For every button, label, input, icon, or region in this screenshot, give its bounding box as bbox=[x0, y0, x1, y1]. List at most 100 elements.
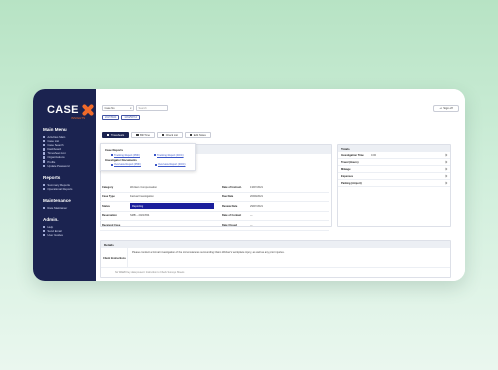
reports-popup: Case Reports Tracking Report (PDF) Track… bbox=[100, 143, 196, 171]
nav-item-icon bbox=[43, 206, 46, 210]
logo-x-icon bbox=[81, 103, 90, 117]
maintenance-title: Maintenance bbox=[43, 197, 71, 203]
sidebar-item-maintenance[interactable]: Rate Maintainer bbox=[43, 206, 90, 210]
detail-value[interactable]: 29/07/2021 bbox=[248, 205, 263, 208]
detail-value[interactable]: — bbox=[248, 224, 253, 227]
case-chips: 2017/6624 1234/56712 bbox=[102, 115, 140, 120]
detail-row: Received Case Date Closed — bbox=[100, 221, 329, 231]
note-icon bbox=[189, 133, 193, 137]
notes-footer: No WAEB Key data present: Instruction to… bbox=[115, 271, 185, 274]
totals-panel: Totals Investigation Time 0.00 Travel (Hou… bbox=[337, 144, 451, 227]
sidebar-item-reports[interactable]: Operational Reports bbox=[43, 187, 90, 191]
main-menu-title: Main Menu bbox=[43, 127, 67, 132]
logo-text: CASE bbox=[47, 104, 79, 116]
investigator-links: Overview Report (PDF) Overview Report (D… bbox=[111, 163, 191, 166]
case-chip[interactable]: 1234/56712 bbox=[121, 115, 140, 120]
document-icon bbox=[154, 154, 156, 156]
search-type-value: Case No bbox=[104, 106, 115, 110]
chevron-right-icon[interactable] bbox=[444, 160, 448, 164]
tab-label: Bill Time bbox=[140, 133, 150, 137]
sidebar-item-label: User Guides bbox=[47, 233, 63, 238]
chevron-right-icon[interactable] bbox=[444, 153, 448, 157]
link-label: Overview Report (DOC) bbox=[157, 163, 186, 166]
totals-row: Parking (Airport) bbox=[338, 180, 450, 187]
sign-off-button[interactable]: ⇥ Sign off bbox=[433, 104, 459, 112]
tab-timesheets[interactable]: Timesheets bbox=[102, 132, 130, 138]
detail-label: Reservation bbox=[102, 214, 117, 218]
client-instructions-text[interactable]: Please conduct a formal investigation of… bbox=[127, 248, 450, 267]
nav-item-icon bbox=[43, 156, 46, 159]
document-icon bbox=[111, 154, 113, 156]
app-window: CASE INSIGHTS Main Menu Activities Main C… bbox=[33, 89, 465, 281]
details-notes-panel: Details Client Instructions Please condu… bbox=[100, 240, 451, 278]
chevron-right-icon[interactable] bbox=[444, 174, 448, 178]
client-instructions-label: Client Instructions bbox=[103, 257, 126, 260]
detail-row: Case Type Factual Investigation Due Date… bbox=[100, 193, 329, 202]
totals-row: Travel (Hours) bbox=[338, 159, 450, 166]
search-type-select[interactable]: Case No ▾ bbox=[102, 105, 134, 111]
investigator-docs-title: Investigator Documents bbox=[105, 157, 137, 162]
tracking-report-pdf-link[interactable]: Tracking Report (PDF) bbox=[111, 154, 140, 157]
reports-title: Reports bbox=[43, 174, 61, 180]
detail-label: Status bbox=[102, 204, 110, 208]
admin-title: Admin. bbox=[43, 217, 59, 223]
case-details-table: Category Workers Compensation Date of In… bbox=[100, 183, 329, 231]
tab-label: Edit Notes bbox=[193, 133, 206, 137]
case-reports-title: Case Reports bbox=[105, 148, 124, 152]
nav-item-icon bbox=[43, 164, 46, 167]
detail-value[interactable]: 13/07/2021 bbox=[248, 186, 263, 189]
detail-label: Review Date bbox=[222, 204, 238, 208]
timesheet-icon bbox=[107, 133, 110, 137]
sidebar: CASE INSIGHTS Main Menu Activities Main C… bbox=[33, 89, 96, 281]
sidebar-item-label: Operational Reports bbox=[47, 186, 73, 191]
sidebar-item-label: Rate Maintainer bbox=[47, 205, 68, 210]
nav-item-icon bbox=[43, 225, 46, 229]
search-input[interactable]: Search bbox=[136, 105, 168, 111]
totals-label: Parking (Airport) bbox=[341, 181, 362, 185]
link-label: Overview Report (PDF) bbox=[114, 163, 141, 166]
tab-label: Check List bbox=[165, 133, 178, 137]
tab-check-list[interactable]: Check List bbox=[156, 132, 183, 138]
tab-edit-notes[interactable]: Edit Notes bbox=[184, 132, 211, 138]
topbar: Case No ▾ Search ⇥ Sign off bbox=[102, 104, 459, 112]
nav-item-icon bbox=[43, 152, 46, 155]
totals-list: Investigation Time 0.00 Travel (Hours) Mile… bbox=[338, 152, 450, 187]
case-chip[interactable]: 2017/6624 bbox=[102, 115, 120, 120]
brand-logo[interactable]: CASE INSIGHTS bbox=[43, 103, 90, 120]
detail-value[interactable]: — bbox=[248, 214, 253, 217]
document-icon bbox=[111, 163, 113, 166]
checklist-icon bbox=[161, 133, 165, 137]
totals-label: Investigation Time bbox=[341, 153, 364, 157]
tab-label: Timesheets bbox=[110, 133, 125, 137]
nav-item-icon bbox=[43, 144, 46, 147]
sign-off-label: Sign off bbox=[443, 106, 453, 110]
link-label: Tracking Report (DOC) bbox=[157, 153, 184, 157]
chevron-right-icon[interactable] bbox=[444, 167, 448, 171]
detail-value[interactable]: Factual Investigation bbox=[126, 195, 216, 198]
detail-label: Received Case bbox=[102, 223, 121, 227]
case-reports-links: Tracking Report (PDF) Tracking Report (D… bbox=[111, 154, 191, 157]
tab-bill-time[interactable]: Bill Time bbox=[131, 132, 155, 138]
status-select[interactable]: Reporting bbox=[130, 203, 214, 210]
tracking-report-doc-link[interactable]: Tracking Report (DOC) bbox=[154, 154, 184, 157]
detail-value[interactable]: Workers Compensation bbox=[126, 186, 216, 189]
sidebar-item-admin[interactable]: User Guides bbox=[43, 233, 90, 237]
nav-item-icon bbox=[43, 234, 46, 237]
detail-row: Status Reporting Review Date 29/07/2021 bbox=[100, 202, 329, 212]
overview-report-pdf-link[interactable]: Overview Report (PDF) bbox=[111, 163, 141, 166]
overview-report-doc-link[interactable]: Overview Report (DOC) bbox=[154, 163, 186, 166]
totals-label: Travel (Hours) bbox=[341, 160, 359, 164]
sidebar-item-main[interactable]: Update Password bbox=[43, 164, 90, 168]
nav-item-icon bbox=[43, 187, 46, 191]
main-menu-list: Activities Main Case List Case Search Dashb… bbox=[43, 135, 90, 168]
nav-item-icon bbox=[43, 160, 46, 163]
detail-row: Reservation SMB – 2021/654 Date of Conta… bbox=[100, 212, 329, 221]
detail-value[interactable]: SMB – 2021/654 bbox=[126, 214, 216, 217]
detail-label: Date Closed bbox=[222, 223, 237, 227]
main-content: Case No ▾ Search ⇥ Sign off 2017/6624 12… bbox=[96, 89, 465, 281]
maintenance-list: Rate Maintainer bbox=[43, 206, 90, 210]
totals-row: Investigation Time 0.00 bbox=[338, 152, 450, 159]
chevron-right-icon[interactable] bbox=[444, 181, 448, 185]
detail-value[interactable]: 20/09/2021 bbox=[248, 195, 263, 198]
search-placeholder: Search bbox=[138, 106, 147, 110]
